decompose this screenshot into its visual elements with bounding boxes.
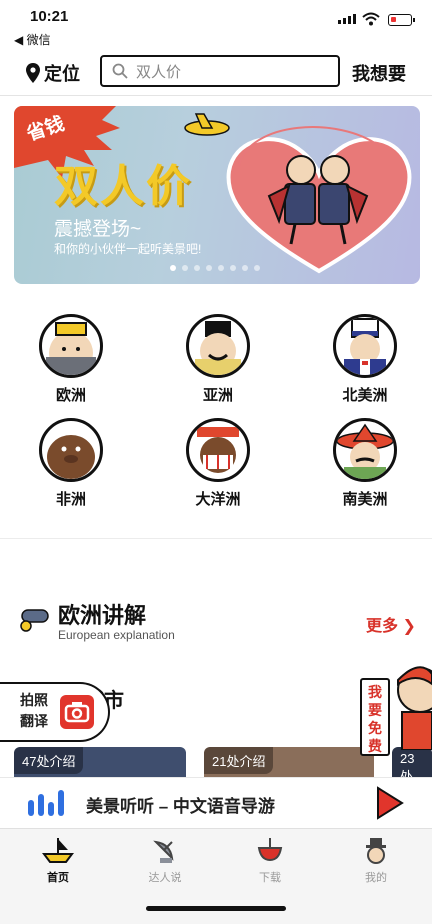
city-card-count: 47处介绍 bbox=[14, 747, 84, 774]
banner-title: 双人价 bbox=[54, 162, 192, 211]
continent-label: 欧洲 bbox=[55, 387, 86, 404]
photo-translate-button[interactable]: 拍照 翻译 bbox=[0, 682, 110, 742]
cannon-icon bbox=[20, 609, 49, 632]
status-bar: 10:21 ◀ 微信 bbox=[0, 0, 432, 50]
section-subtitle: European explanation bbox=[58, 628, 175, 642]
oceania-avatar-icon bbox=[186, 418, 250, 482]
city-card-count: 21处介绍 bbox=[204, 747, 274, 774]
photo-translate-line2: 翻译 bbox=[20, 713, 48, 729]
photo-translate-line1: 拍照 bbox=[20, 692, 48, 708]
search-icon bbox=[112, 63, 128, 79]
continent-europe[interactable]: 欧洲 bbox=[16, 314, 126, 404]
location-label: 定位 bbox=[44, 64, 80, 84]
home-indicator bbox=[146, 906, 286, 911]
tab-experts[interactable]: 达人说 bbox=[125, 835, 205, 885]
location-button[interactable]: 定位 bbox=[26, 60, 80, 86]
banner-subtitle: 震撼登场~ bbox=[54, 219, 142, 240]
banner-pagination bbox=[170, 265, 260, 271]
battery-icon bbox=[388, 14, 415, 26]
europe-avatar-icon bbox=[39, 314, 103, 378]
heart-couple-illustration bbox=[226, 126, 412, 274]
camera-icon bbox=[60, 695, 94, 729]
continent-oceania[interactable]: 大洋洲 bbox=[163, 418, 273, 508]
free-badge-label: 我要免费 bbox=[368, 684, 382, 754]
airplane-icon bbox=[184, 113, 230, 136]
section-divider bbox=[0, 538, 432, 539]
continent-label: 大洋洲 bbox=[195, 491, 241, 508]
search-header: 定位 双人价 我想要 bbox=[0, 50, 432, 94]
download-bowl-icon bbox=[230, 835, 310, 867]
banner-caption: 和你的小伙伴一起听美景吧! bbox=[54, 242, 202, 256]
player-title: 美景听听 – 中文语音导游 bbox=[86, 797, 275, 816]
search-input[interactable]: 双人价 bbox=[100, 55, 340, 87]
search-placeholder: 双人价 bbox=[136, 63, 182, 81]
tab-label: 首页 bbox=[47, 872, 69, 884]
satellite-dish-icon bbox=[125, 835, 205, 867]
want-button[interactable]: 我想要 bbox=[352, 60, 406, 86]
chevron-right-icon: ❯ bbox=[402, 618, 416, 635]
more-label: 更多 bbox=[366, 618, 399, 635]
header-divider bbox=[0, 95, 432, 96]
asia-avatar-icon bbox=[186, 314, 250, 378]
city-card[interactable]: 21处介绍 bbox=[204, 747, 374, 777]
audio-wave-icon bbox=[28, 790, 64, 816]
south-america-avatar-icon bbox=[333, 418, 397, 482]
back-to-app-link[interactable]: ◀ 微信 bbox=[14, 31, 51, 48]
more-link[interactable]: 更多 ❯ bbox=[366, 612, 416, 636]
section-title: 欧洲讲解 bbox=[58, 603, 147, 628]
tab-label: 达人说 bbox=[148, 872, 182, 884]
location-pin-icon bbox=[26, 63, 40, 83]
status-time: 10:21 bbox=[30, 8, 69, 25]
north-america-avatar-icon bbox=[333, 314, 397, 378]
audio-player-bar[interactable]: 美景听听 – 中文语音导游 bbox=[0, 777, 432, 827]
tab-profile[interactable]: 我的 bbox=[336, 835, 416, 885]
play-icon[interactable] bbox=[374, 786, 404, 820]
promo-banner[interactable]: 省钱 双人价 震撼登场~ 和你的小伙伴一起听美景吧! bbox=[14, 106, 420, 284]
profile-icon bbox=[336, 835, 416, 867]
wifi-icon bbox=[362, 12, 380, 26]
continent-label: 南美洲 bbox=[342, 491, 388, 508]
city-card-count: 23处 bbox=[392, 747, 432, 777]
free-badge-button[interactable]: 我要免费 bbox=[360, 678, 390, 756]
continent-label: 北美洲 bbox=[342, 387, 388, 404]
continent-north-america[interactable]: 北美洲 bbox=[310, 314, 420, 404]
tab-home[interactable]: 首页 bbox=[18, 835, 98, 885]
signal-icon bbox=[338, 14, 356, 24]
continent-africa[interactable]: 非洲 bbox=[16, 418, 126, 508]
tab-label: 我的 bbox=[365, 872, 387, 884]
continent-label: 亚洲 bbox=[202, 387, 233, 404]
continent-asia[interactable]: 亚洲 bbox=[163, 314, 273, 404]
city-card[interactable]: 23处 bbox=[392, 747, 432, 777]
tab-label: 下载 bbox=[259, 872, 281, 884]
mascot-icon bbox=[397, 666, 432, 750]
continent-south-america[interactable]: 南美洲 bbox=[310, 418, 420, 508]
city-card[interactable]: 47处介绍 bbox=[14, 747, 186, 777]
home-boat-icon bbox=[18, 835, 98, 867]
continent-label: 非洲 bbox=[55, 491, 86, 508]
tab-download[interactable]: 下载 bbox=[230, 835, 310, 885]
africa-avatar-icon bbox=[39, 418, 103, 482]
